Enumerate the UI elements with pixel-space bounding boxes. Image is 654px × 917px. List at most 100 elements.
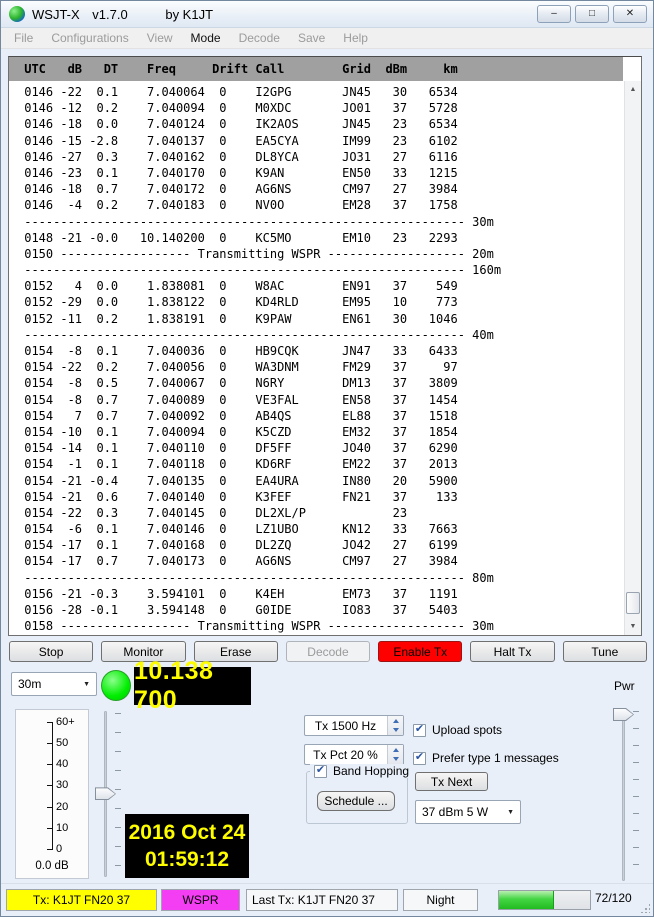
stop-button[interactable]: Stop	[9, 641, 93, 662]
pwr-slider-ticks	[633, 711, 639, 881]
close-icon: ✕	[626, 9, 634, 19]
vertical-scrollbar[interactable]: ▲ ▼	[624, 81, 641, 635]
check-icon: ✔	[316, 765, 325, 776]
pwr-slider-groove	[622, 709, 625, 881]
decode-row-tx: 0158 ------------------ Transmitting WSP…	[17, 618, 624, 634]
menu-mode[interactable]: Mode	[182, 29, 230, 47]
spin-up-button[interactable]	[388, 716, 403, 726]
decode-row: 0148 -21 -0.0 10.140200 0 KC5MO EM10 23 …	[17, 230, 624, 246]
clock-display: 2016 Oct 24 01:59:12	[125, 814, 249, 878]
title-bar: WSJT-X v1.7.0 by K1JT – □ ✕	[1, 1, 653, 28]
enable-tx-button[interactable]: Enable Tx	[378, 641, 462, 662]
band-select[interactable]: 30m ▼	[11, 672, 97, 696]
gain-slider-thumb[interactable]	[95, 787, 116, 800]
decode-row: 0146 -18 0.7 7.040172 0 AG6NS CM97 27 39…	[17, 181, 624, 197]
decode-row: 0156 -28 -0.1 3.594148 0 G0IDE IO83 37 5…	[17, 602, 624, 618]
spin-down-button[interactable]	[388, 726, 403, 736]
decode-row: 0146 -27 0.3 7.040162 0 DL8YCA JO31 27 6…	[17, 149, 624, 165]
decode-row-band: ----------------------------------------…	[17, 570, 624, 586]
decode-row-band: ----------------------------------------…	[17, 214, 624, 230]
pwr-slider[interactable]	[611, 705, 641, 885]
decode-row-tx: 0150 ------------------ Transmitting WSP…	[17, 246, 624, 262]
decode-row: 0154 -1 0.1 7.040118 0 KD6RF EM22 37 201…	[17, 456, 624, 472]
maximize-button[interactable]: □	[575, 5, 609, 23]
decode-row: 0154 -21 0.6 7.040140 0 K3FEF FN21 37 13…	[17, 489, 624, 505]
band-hopping-checkbox[interactable]: ✔ Band Hopping	[310, 764, 413, 778]
decode-row: 0154 -17 0.1 7.040168 0 DL2ZQ JO42 27 61…	[17, 537, 624, 553]
scroll-down-button[interactable]: ▼	[625, 618, 641, 635]
close-button[interactable]: ✕	[613, 5, 647, 23]
progressbar-fill	[499, 891, 554, 909]
tx-pct-spinner[interactable]: Tx Pct 20 %	[304, 744, 404, 765]
decode-row: 0154 -8 0.7 7.040089 0 VE3FAL EN58 37 14…	[17, 392, 624, 408]
meter-tick-label: 40	[56, 758, 68, 771]
decode-row: 0146 -23 0.1 7.040170 0 K9AN EN50 33 121…	[17, 165, 624, 181]
meter-tick-label: 0	[56, 843, 62, 856]
spin-up-button[interactable]	[388, 745, 403, 755]
tx-freq-value: Tx 1500 Hz	[305, 716, 386, 735]
menu-save[interactable]: Save	[289, 29, 334, 47]
decode-button[interactable]: Decode	[286, 641, 370, 662]
meter-tick	[47, 785, 53, 786]
app-globe-icon	[9, 6, 25, 22]
upload-spots-checkbox[interactable]: ✔ Upload spots	[413, 723, 502, 737]
spin-up-icon	[393, 719, 399, 723]
tx-freq-spin-buttons	[387, 716, 403, 735]
decode-header-line: UTC dB DT Freq Drift Call Grid dBm km	[9, 57, 623, 81]
power-selected-value: 37 dBm 5 W	[422, 805, 488, 819]
prefer-type1-checkbox[interactable]: ✔ Prefer type 1 messages	[413, 751, 559, 765]
decode-row: 0154 7 0.7 7.040092 0 AB4QS EL88 37 1518	[17, 408, 624, 424]
spin-down-icon	[393, 757, 399, 761]
prefer-type1-label: Prefer type 1 messages	[432, 751, 559, 765]
meter-tick	[47, 807, 53, 808]
menu-configurations[interactable]: Configurations	[42, 29, 137, 47]
progress-count-label: 72/120	[595, 891, 632, 905]
tx-pct-value: Tx Pct 20 %	[305, 745, 386, 764]
checkbox-box: ✔	[314, 765, 327, 778]
decode-row: 0154 -22 0.2 7.040056 0 WA3DNM FM29 37 9…	[17, 359, 624, 375]
check-icon: ✔	[415, 724, 424, 735]
level-meter: 60+50403020100 0.0 dB	[15, 709, 89, 879]
meter-tick-label: 60+	[56, 716, 75, 729]
halt-tx-button[interactable]: Halt Tx	[470, 641, 554, 662]
window-controls: – □ ✕	[537, 5, 647, 23]
pwr-slider-thumb[interactable]	[613, 708, 634, 721]
app-name: WSJT-X	[32, 7, 80, 22]
chevron-down-icon: ▼	[83, 681, 90, 688]
tune-button[interactable]: Tune	[563, 641, 647, 662]
menu-view[interactable]: View	[138, 29, 182, 47]
status-mode-badge: WSPR	[161, 889, 240, 911]
scroll-up-button[interactable]: ▲	[625, 81, 641, 98]
scroll-down-icon: ▼	[630, 623, 637, 630]
meter-tick-label: 30	[56, 779, 68, 792]
tx-pct-spin-buttons	[387, 745, 403, 764]
spin-down-button[interactable]	[388, 755, 403, 765]
minimize-button[interactable]: –	[537, 5, 571, 23]
decode-row: 0146 -18 0.0 7.040124 0 IK2AOS JN45 23 6…	[17, 116, 624, 132]
time-display: 01:59:12	[145, 846, 229, 873]
schedule-button[interactable]: Schedule ...	[317, 791, 395, 811]
menu-help[interactable]: Help	[334, 29, 377, 47]
rx-gain-slider[interactable]	[93, 707, 123, 881]
decode-row: 0154 -14 0.1 7.040110 0 DF5FF JO40 37 62…	[17, 440, 624, 456]
decode-row: 0154 -17 0.7 7.040173 0 AG6NS CM97 27 39…	[17, 553, 624, 569]
wsjtx-window: WSJT-X v1.7.0 by K1JT – □ ✕ File Configu…	[0, 0, 654, 917]
menu-bar: File Configurations View Mode Decode Sav…	[1, 28, 653, 49]
tx-next-button[interactable]: Tx Next	[415, 772, 488, 791]
resize-grip-icon[interactable]	[640, 903, 650, 913]
app-version: v1.7.0	[92, 7, 127, 22]
power-select[interactable]: 37 dBm 5 W ▼	[415, 800, 521, 824]
scrollbar-thumb[interactable]	[626, 592, 640, 614]
decode-window: UTC dB DT Freq Drift Call Grid dBm km 01…	[8, 56, 642, 636]
menu-file[interactable]: File	[5, 29, 42, 47]
meter-tick	[47, 743, 53, 744]
menu-decode[interactable]: Decode	[230, 29, 289, 47]
decode-row: 0152 -11 0.2 1.838191 0 K9PAW EN61 30 10…	[17, 311, 624, 327]
decode-row-band: ----------------------------------------…	[17, 327, 624, 343]
spin-up-icon	[393, 748, 399, 752]
gain-slider-ticks	[115, 713, 121, 877]
tx-freq-spinner[interactable]: Tx 1500 Hz	[304, 715, 404, 736]
decode-rows: 0146 -22 0.1 7.040064 0 I2GPG JN45 30 65…	[9, 81, 624, 635]
window-title: WSJT-X v1.7.0 by K1JT	[32, 7, 213, 22]
checkbox-box: ✔	[413, 752, 426, 765]
